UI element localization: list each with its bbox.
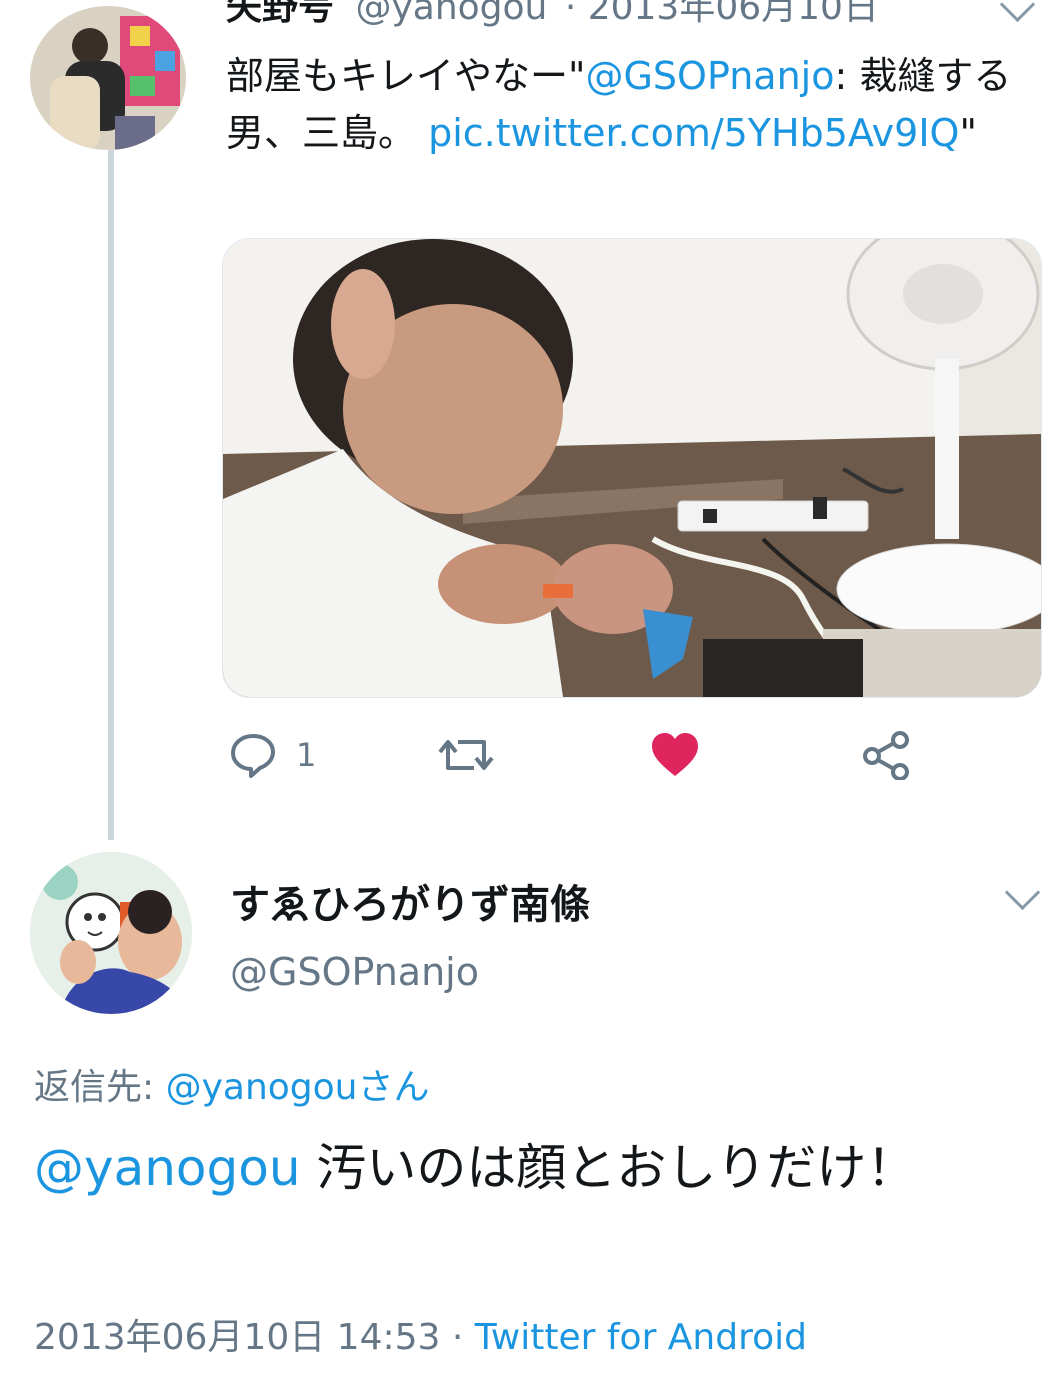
retweet-icon [438,740,494,770]
tweet-meta: 2013年06月10日 14:53 · Twitter for Android [34,1308,807,1360]
reply-text-body: 汚いのは顔とおしりだけ！ [300,1139,917,1197]
reply-count: 1 [296,736,317,774]
reply-author-handle[interactable]: @GSOPnanjo [230,950,479,994]
reply-mention-link[interactable]: @yanogou [34,1139,301,1197]
retweet-button[interactable] [438,730,494,780]
reply-bubble-icon [231,734,275,778]
parent-tweet-text: 部屋もキレイやなー"@GSOPnanjo: 裁縫する男、三島。 pic.twit… [226,48,1036,162]
client-link[interactable]: Twitter for Android [475,1317,807,1358]
photo-image [223,239,1041,697]
avatar-yanogou[interactable] [30,6,186,150]
parent-author-handle[interactable]: @yanogou [355,0,547,28]
replying-to-line: 返信先: @yanogouさん [34,1058,429,1110]
parent-author-name[interactable]: 矢野号 [226,0,334,28]
tweet-timestamp: 2013年06月10日 14:53 · [34,1317,475,1358]
heart-icon [652,733,698,776]
parent-text-suffix: " [959,111,977,155]
parent-tweet-header: 矢野号 @yanogou · 2013年06月10日 [226,0,879,30]
parent-tweet-date[interactable]: · 2013年06月10日 [565,0,879,28]
reply-tweet-text: @yanogou 汚いのは顔とおしりだけ！ [34,1128,1034,1208]
replying-to-label: 返信先: [34,1067,166,1108]
tweet-photo[interactable] [222,238,1042,698]
share-icon [863,731,909,780]
avatar-gsopnanjo[interactable] [30,852,192,1014]
avatar-photo-icon [30,852,192,1014]
parent-tweet-actions: 1 [0,730,1063,790]
avatar-photo-icon [30,6,186,150]
share-button[interactable] [860,730,912,780]
reply-button[interactable]: 1 [228,730,316,780]
chevron-down-icon[interactable] [1004,874,1041,911]
parent-pic-link[interactable]: pic.twitter.com/5YHb5Av9IQ [428,111,959,155]
parent-mention-link[interactable]: @GSOPnanjo [585,54,834,98]
parent-text-prefix: 部屋もキレイやなー" [226,54,586,98]
like-button[interactable] [650,732,700,778]
reply-author-name[interactable]: すゑひろがりず南條 [230,872,590,930]
replying-to-user-link[interactable]: @yanogouさん [166,1067,430,1108]
chevron-down-icon[interactable] [999,0,1036,23]
